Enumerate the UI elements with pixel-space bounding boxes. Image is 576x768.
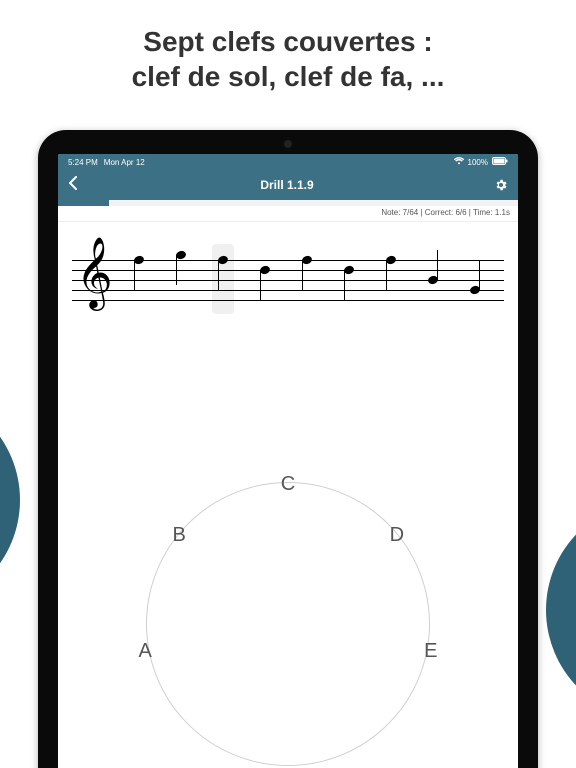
tablet-screen: 5:24 PM Mon Apr 12 100% Drill 1.1.9 [58,154,518,768]
stat-note: Note: 7/64 [381,208,418,217]
stat-correct: Correct: 6/6 [425,208,467,217]
note-8-stem [437,250,438,280]
note-5-stem [302,260,303,290]
tablet-frame: 5:24 PM Mon Apr 12 100% Drill 1.1.9 [38,130,538,768]
status-time: 5:24 PM [68,158,98,167]
note-wheel: C D E B A [118,454,458,768]
progress-bar [58,200,518,206]
note-1-stem [134,260,135,290]
stats-row: Note: 7/64 | Correct: 6/6 | Time: 1.1s [58,206,518,222]
stat-time: Time: 1.1s [473,208,510,217]
tablet-camera [284,140,292,148]
decorative-circle-left [0,390,20,610]
settings-button[interactable] [494,178,508,192]
current-note-highlight [212,244,234,314]
battery-icon [492,157,508,167]
note-option-e[interactable]: E [416,636,446,666]
staff-area: 𝄞 [58,222,518,320]
note-7-stem [386,260,387,290]
treble-clef-icon: 𝄞 [76,242,113,304]
navbar-title: Drill 1.1.9 [260,178,313,192]
headline-line-1: Sept clefs couvertes : [20,24,556,59]
note-9-stem [479,260,480,290]
note-wheel-area: C D E B A [58,454,518,768]
note-3-stem [218,260,219,290]
status-battery: 100% [468,158,488,167]
decorative-circle-right [546,500,576,720]
note-4-stem [260,270,261,300]
ios-status-bar: 5:24 PM Mon Apr 12 100% [58,154,518,170]
note-option-a[interactable]: A [130,636,160,666]
wifi-icon [454,157,464,167]
headline-line-2: clef de sol, clef de fa, ... [20,59,556,94]
progress-fill [58,200,109,206]
note-option-b[interactable]: B [164,521,194,551]
note-option-c[interactable]: C [273,470,303,500]
status-date: Mon Apr 12 [104,158,145,167]
note-2-stem [176,255,177,285]
note-option-d[interactable]: D [382,521,412,551]
back-button[interactable] [68,176,80,195]
staff-lines [72,260,504,300]
note-6-stem [344,270,345,300]
app-navbar: Drill 1.1.9 [58,170,518,200]
music-staff: 𝄞 [72,250,504,310]
promo-headline: Sept clefs couvertes : clef de sol, clef… [0,0,576,112]
